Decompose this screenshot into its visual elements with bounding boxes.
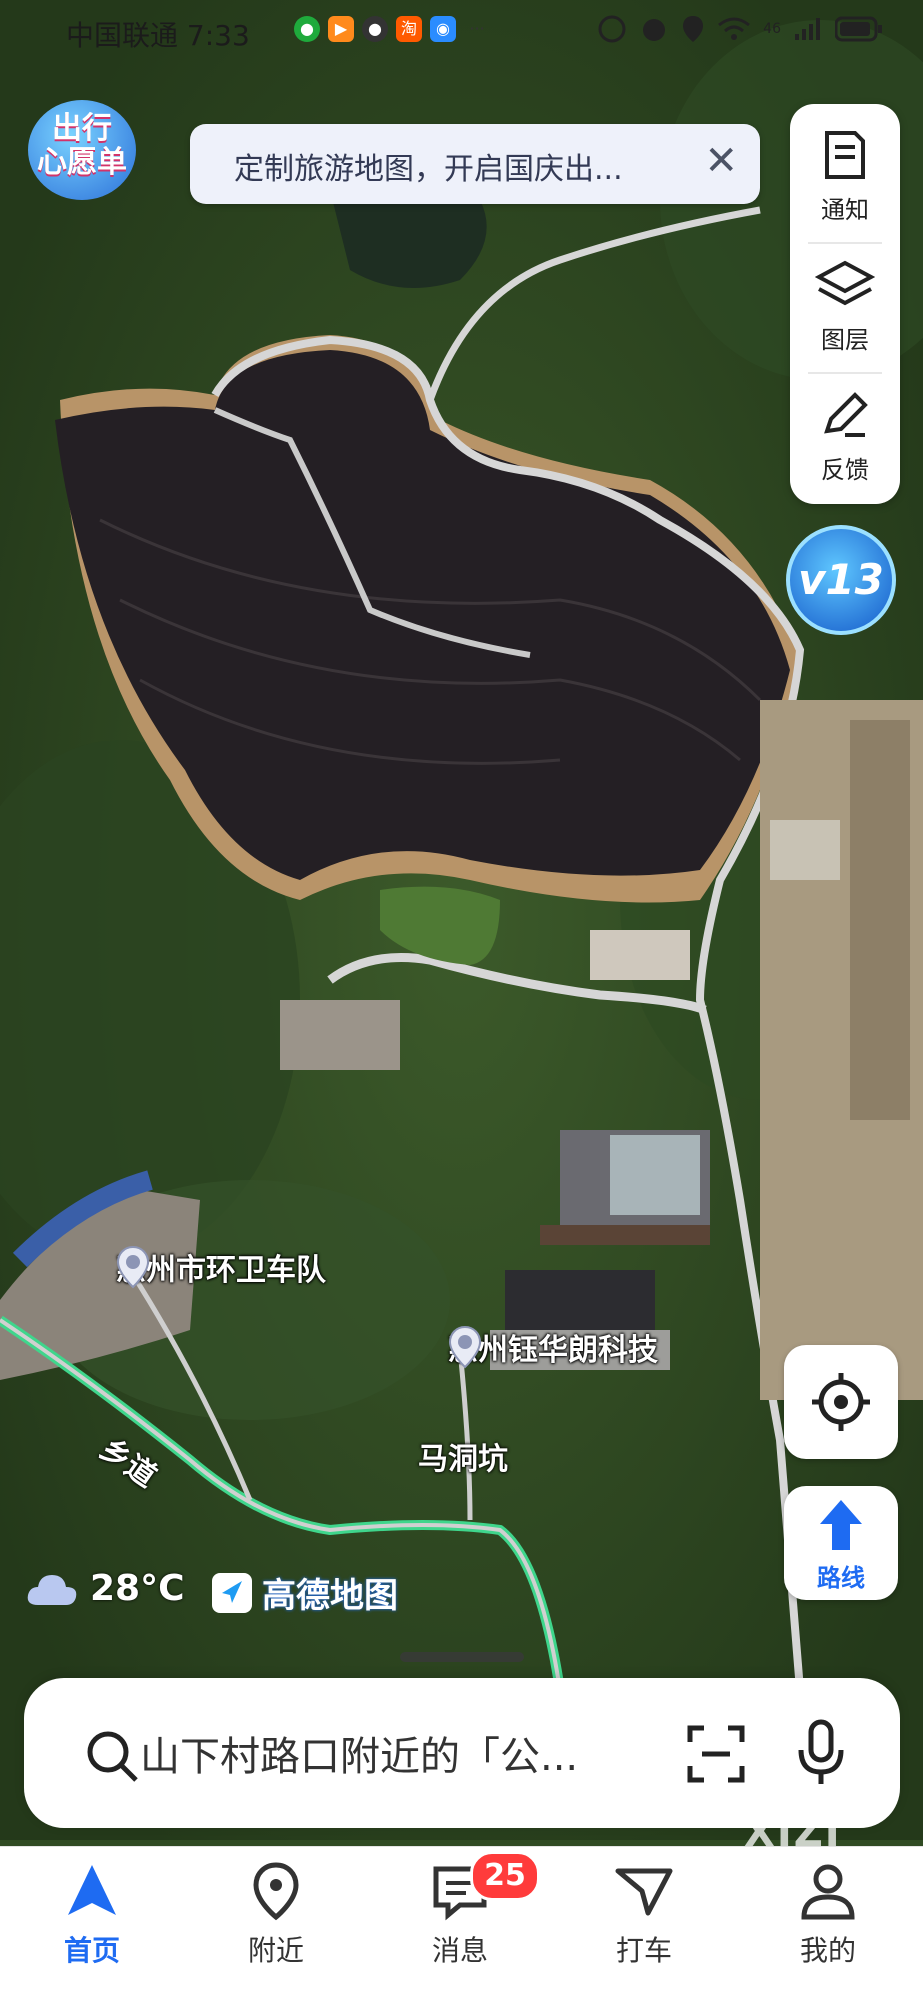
carrier-time: 中国联通 7:33 — [66, 19, 250, 52]
signal-icon — [795, 18, 820, 40]
location-icon — [683, 16, 704, 42]
video-app-icon: ▶ — [328, 16, 354, 42]
divider — [808, 242, 882, 244]
more-dots-icon: ··· — [469, 19, 485, 38]
notification-icons: ● ▶ ● 淘 ◉ ··· — [294, 16, 490, 42]
chat-bubble-icon: ● — [362, 16, 388, 42]
location-pin-icon — [448, 1325, 482, 1369]
layers-icon — [815, 260, 875, 306]
notice-button[interactable]: 通知 — [790, 120, 900, 250]
sync-icon — [598, 15, 626, 43]
amap-logo-icon — [212, 1572, 252, 1613]
weibo-icon: ◉ — [430, 16, 456, 42]
notice-icon — [825, 131, 865, 179]
crosshair-icon — [812, 1373, 870, 1431]
drawer-handle[interactable] — [400, 1652, 524, 1662]
weather-widget[interactable]: 28°C — [24, 1568, 185, 1609]
route-button[interactable]: 路线 — [784, 1486, 898, 1600]
cloud-icon — [27, 1574, 77, 1605]
nav-home[interactable]: 首页 — [32, 1861, 152, 1969]
travel-wishlist-badge[interactable]: 出行 心愿单 — [28, 100, 136, 200]
layers-label: 图层 — [821, 326, 869, 354]
brand-logo: 高德地图 — [210, 1568, 398, 1617]
battery-icon — [835, 16, 882, 42]
search-input[interactable]: 山下村路口附近的「公... — [140, 1724, 680, 1782]
promo-banner[interactable]: 定制旅游地图，开启国庆出... ✕ — [190, 124, 760, 204]
poi-tech-company[interactable]: 惠州钰华朗科技 — [448, 1325, 658, 1369]
search-bar[interactable]: 山下村路口附近的「公... — [24, 1678, 900, 1828]
notice-label: 通知 — [821, 196, 869, 224]
nav-taxi[interactable]: 打车 — [584, 1861, 704, 1969]
feedback-label: 反馈 — [821, 456, 869, 484]
network-type: 46 — [763, 21, 781, 37]
taxi-icon — [615, 1868, 673, 1916]
message-count-badge: 25 — [470, 1851, 540, 1901]
feedback-button[interactable]: 反馈 — [790, 380, 900, 510]
layers-button[interactable]: 图层 — [790, 250, 900, 380]
feedback-icon — [824, 392, 868, 437]
route-label: 路线 — [817, 1564, 865, 1592]
v13-badge[interactable]: v13 — [786, 525, 896, 635]
divider — [808, 372, 882, 374]
wechat-icon: ● — [294, 16, 320, 42]
route-arrow-icon — [820, 1500, 862, 1550]
alarm-icon — [643, 19, 666, 41]
village-label: 马洞坑 — [418, 1442, 508, 1477]
nav-profile[interactable]: 我的 — [768, 1861, 888, 1969]
nearby-pin-icon — [253, 1862, 299, 1921]
poi-sanitation-fleet[interactable]: 惠州市环卫车队 — [116, 1245, 326, 1289]
nav-messages[interactable]: 消息 25 — [400, 1851, 540, 1969]
nav-label: 打车 — [615, 1934, 672, 1967]
wishlist-line2: 心愿单 — [37, 145, 127, 180]
search-icon — [87, 1731, 138, 1782]
locate-button[interactable] — [784, 1345, 898, 1459]
status-right: 46 — [597, 14, 883, 44]
map-tools-panel: 通知 图层 反馈 — [790, 104, 900, 504]
close-icon[interactable]: ✕ — [704, 138, 738, 184]
nav-nearby[interactable]: 附近 — [216, 1861, 336, 1969]
temperature: 28°C — [90, 1568, 185, 1609]
nav-label: 首页 — [63, 1934, 120, 1967]
taobao-icon: 淘 — [396, 16, 422, 42]
home-nav-icon — [68, 1865, 116, 1915]
nav-label: 消息 — [431, 1934, 488, 1967]
wishlist-line1: 出行 — [52, 111, 112, 146]
wifi-icon — [718, 17, 751, 40]
scan-icon[interactable] — [684, 1722, 748, 1786]
bottom-nav: 首页 附近 消息 25 打车 我的 — [0, 1846, 923, 2001]
banner-text: 定制旅游地图，开启国庆出... — [234, 152, 623, 187]
microphone-icon[interactable] — [796, 1718, 846, 1788]
nav-label: 我的 — [799, 1934, 856, 1967]
status-bar: 中国联通 7:33 ● ▶ ● 淘 ◉ ··· 46 — [0, 0, 923, 64]
nav-label: 附近 — [247, 1934, 304, 1967]
profile-icon — [801, 1864, 855, 1920]
brand-name: 高德地图 — [262, 1576, 398, 1616]
location-pin-icon — [116, 1245, 150, 1289]
